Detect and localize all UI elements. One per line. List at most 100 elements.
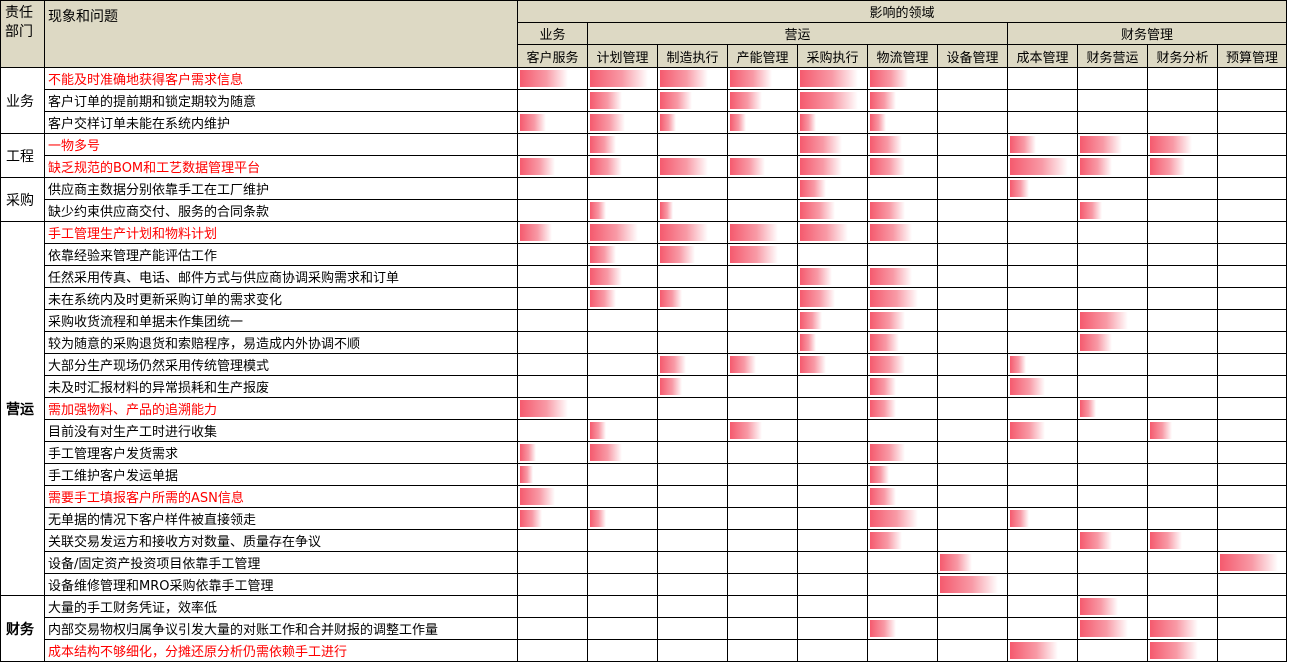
table-row: 需加强物料、产品的追溯能力 [1,397,1288,420]
impact-cell [867,265,938,288]
impact-cell [727,419,798,442]
impact-cell [727,617,798,640]
table-row: 营运 手工管理生产计划和物料计划 [0,221,1288,596]
impact-cell [1216,485,1288,508]
impact-bar [1220,554,1278,571]
impact-cell [1077,133,1148,156]
table-row: 内部交易物权归属争议引发大量的对账工作和合并财报的调整工作量 [1,617,1288,640]
impact-cell [657,243,728,266]
impact-cell [1147,595,1218,618]
impact-cell [937,265,1008,288]
impact-cell [1147,243,1218,266]
impact-cell [867,441,938,464]
impact-cell [517,265,588,288]
table-row: 客户订单的提前期和锁定期较为随意 [1,89,1288,112]
impact-cell [867,331,938,354]
impact-cell [657,111,728,134]
impact-cell [1147,639,1218,662]
issue-cell: 内部交易物权归属争议引发大量的对账工作和合并财报的调整工作量 [44,617,518,640]
impact-bar [590,92,622,109]
impact-cell [727,265,798,288]
impact-cell [797,441,868,464]
impact-cell [1216,353,1288,376]
impact-cell [587,529,658,552]
impact-cell [517,287,588,310]
impact-bar [1150,158,1185,175]
impact-bar [1010,158,1068,175]
table-row: 大部分生产现场仍然采用传统管理模式 [1,353,1288,376]
impact-bar [590,70,648,87]
impact-bar [870,92,896,109]
impact-cell [1007,331,1078,354]
impact-cell [1216,529,1288,552]
impact-cell [727,199,798,222]
impact-cell [797,309,868,332]
column-header: 采购执行 [797,44,868,68]
impact-cell [797,89,868,112]
impact-cell [1216,133,1288,156]
impact-cell [1007,155,1078,178]
issue-cell: 未在系统内及时更新采购订单的需求变化 [44,287,518,310]
impact-cell [1147,221,1218,244]
impact-bar [800,202,835,219]
impact-bar [660,202,673,219]
impact-cell [1077,617,1148,640]
impact-cell [657,331,728,354]
impact-cell [937,507,1008,530]
impact-cell [937,243,1008,266]
impact-cell [797,331,868,354]
impact-cell [1077,67,1148,90]
impact-cell [867,595,938,618]
impact-cell [1147,507,1218,530]
impact-cell [937,419,1008,442]
impact-cell [587,133,658,156]
impact-cell [1077,265,1148,288]
impact-cell [517,309,588,332]
impact-cell [1077,309,1148,332]
issue-cell: 目前没有对生产工时进行收集 [44,419,518,442]
impact-cell [657,221,728,244]
impact-cell [587,441,658,464]
impact-cell [1007,507,1078,530]
impact-bar [590,114,625,131]
issue-cell: 缺少约束供应商交付、服务的合同条款 [44,199,518,222]
impact-cell [867,221,938,244]
impact-cell [867,243,938,266]
impact-cell [797,177,868,200]
impact-cell [657,463,728,486]
impact-cell [867,177,938,200]
impact-cell [1216,331,1288,354]
impact-cell [587,419,658,442]
impact-cell [1216,595,1288,618]
dept-cell: 采购 [0,177,45,222]
impact-cell [1147,573,1218,596]
impact-cell [1007,111,1078,134]
impact-cell [1077,507,1148,530]
impact-cell [587,595,658,618]
impact-bar [730,224,778,241]
impact-cell [1007,133,1078,156]
impact-cell [517,177,588,200]
dept-cell: 营运 [0,221,45,596]
issue-cell: 无单据的情况下客户样件被直接领走 [44,507,518,530]
impact-bar [1080,620,1128,637]
impact-bar [870,158,905,175]
impact-cell [517,441,588,464]
impact-cell [1007,265,1078,288]
impact-cell [727,309,798,332]
issue-cell: 不能及时准确地获得客户需求信息 [44,67,518,90]
impact-bar [800,70,858,87]
issue-header: 现象和问题 [44,0,518,68]
column-header: 制造执行 [657,44,728,68]
issue-cell: 较为随意的采购退货和索赔程序，易造成内外协调不顺 [44,331,518,354]
impact-cell [587,221,658,244]
table-row: 业务 不能及时准确地获得客户需求信息 [0,67,1288,134]
impact-bar [730,92,762,109]
impact-cell [797,67,868,90]
impact-cell [1147,133,1218,156]
issue-cell: 需要手工填报客户所需的ASN信息 [44,485,518,508]
impact-cell [657,639,728,662]
issue-cell: 手工管理生产计划和物料计划 [44,221,518,244]
impact-bar [800,136,842,153]
impact-cell [587,111,658,134]
